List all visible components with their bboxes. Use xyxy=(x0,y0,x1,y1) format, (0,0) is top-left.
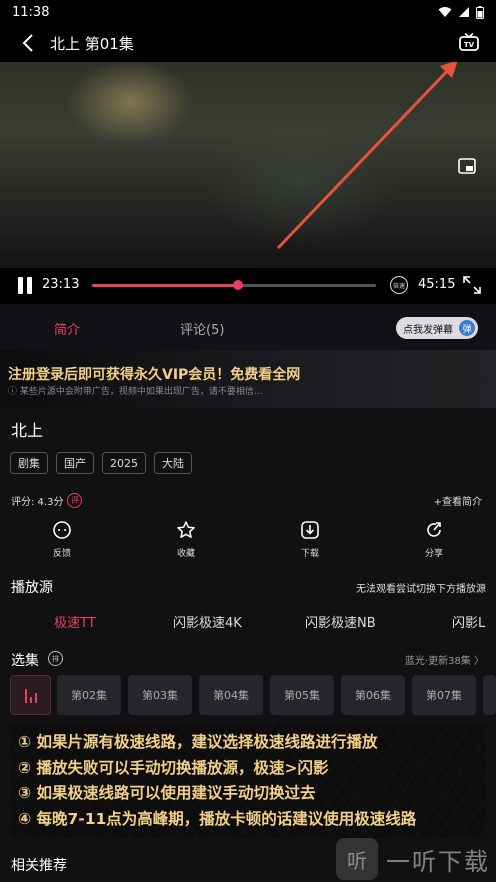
episode-playing[interactable] xyxy=(10,675,51,715)
share-button[interactable]: 分享 xyxy=(404,520,464,559)
update-info[interactable]: 蓝光·更新38集 〉 xyxy=(405,652,484,667)
current-time: 23:13 xyxy=(42,277,80,292)
source-item[interactable]: 极速TT xyxy=(54,612,96,631)
favorite-label: 收藏 xyxy=(176,549,195,559)
fullscreen-icon[interactable] xyxy=(463,276,481,294)
tag-list: 剧集 国产 2025 大陆 xyxy=(10,452,192,474)
promo-banner[interactable]: 注册登录后即可获得永久VIP会员！免费看全网 ⓘ 某些片源中会附带广告，视频中如… xyxy=(0,350,496,408)
download-button[interactable]: 下载 xyxy=(280,520,340,559)
notice-panel: ① 如果片源有极速线路，建议选择极速线路进行播放 ② 播放失败可以手动切换播放源… xyxy=(10,724,486,838)
seek-progress xyxy=(92,284,238,287)
pause-button[interactable] xyxy=(18,277,36,295)
picture-in-picture-icon[interactable] xyxy=(458,158,476,174)
danmu-label: 点我发弹幕 xyxy=(403,324,453,336)
episode-item[interactable]: 第07集 xyxy=(412,675,476,715)
annotation-arrow xyxy=(276,62,458,250)
episode-heading: 选集 xyxy=(11,653,39,669)
watermark-text: 一听下载 xyxy=(386,847,490,876)
rate-icon[interactable]: 评 xyxy=(67,493,83,508)
seek-bar[interactable] xyxy=(92,280,376,290)
signal-icon xyxy=(459,7,469,17)
video-title: 北上 第01集 xyxy=(50,34,134,53)
episode-item[interactable]: 第05集 xyxy=(270,675,334,715)
notice-line: ④ 每晚7-11点为高峰期，播放卡顿的话建议使用极速线路 xyxy=(18,809,417,828)
star-icon xyxy=(177,521,195,538)
download-icon xyxy=(301,521,319,539)
episode-item[interactable]: 第04集 xyxy=(199,675,263,715)
player-controls: 23:13 倍速 45:15 xyxy=(0,268,496,304)
feedback-label: 反馈 xyxy=(52,549,71,559)
rating-text: 评分: 4.3分 xyxy=(11,497,64,508)
promo-title: 注册登录后即可获得永久VIP会员！免费看全网 xyxy=(8,367,301,383)
episode-item[interactable]: 第06集 xyxy=(341,675,405,715)
svg-text:TV: TV xyxy=(464,41,475,49)
show-title: 北上 xyxy=(11,421,44,440)
share-icon xyxy=(427,522,441,537)
total-time: 45:15 xyxy=(418,277,456,292)
video-player[interactable] xyxy=(0,62,496,268)
related-heading: 相关推荐 xyxy=(11,858,67,874)
battery-icon xyxy=(476,5,484,19)
view-intro-link[interactable]: +查看简介 xyxy=(434,493,482,508)
episode-sort-icon[interactable]: 排 xyxy=(48,651,63,666)
danmu-input-button[interactable]: 点我发弹幕 弹 xyxy=(396,317,478,339)
title-bar: 北上 第01集 TV xyxy=(0,24,496,62)
tag[interactable]: 2025 xyxy=(102,452,146,474)
tag[interactable]: 剧集 xyxy=(10,452,48,474)
speed-label: 倍速 xyxy=(392,282,405,290)
status-time: 11:38 xyxy=(12,4,50,20)
source-item[interactable]: 闪影极速4K xyxy=(173,612,242,631)
seek-handle[interactable] xyxy=(232,280,243,290)
promo-note: ⓘ 某些片源中会附带广告，视频中如果出现广告，请不要相信... xyxy=(8,387,263,397)
source-hint: 无法观看尝试切换下方播放源 xyxy=(356,584,486,595)
rating: 评分: 4.3分 评 xyxy=(11,493,83,508)
action-row: 反馈 收藏 下载 分享 xyxy=(0,520,496,568)
source-item[interactable]: 闪影L xyxy=(452,612,485,631)
favorite-button[interactable]: 收藏 xyxy=(156,520,216,559)
tv-cast-icon[interactable]: TV xyxy=(458,32,480,54)
source-list: 极速TT 闪影极速4K 闪影极速NB 闪影L xyxy=(0,604,496,636)
wifi-icon xyxy=(438,7,452,17)
source-item[interactable]: 闪影极速NB xyxy=(305,612,376,631)
episode-item[interactable]: 第03集 xyxy=(128,675,192,715)
tab-comments[interactable]: 评论(5) xyxy=(180,319,224,338)
tag[interactable]: 国产 xyxy=(56,452,94,474)
playing-bars-icon xyxy=(24,687,37,703)
status-icons xyxy=(438,5,484,19)
back-button[interactable] xyxy=(8,24,48,62)
feedback-button[interactable]: 反馈 xyxy=(32,520,92,559)
episode-item-partial[interactable] xyxy=(483,675,496,715)
episode-item[interactable]: 第02集 xyxy=(57,675,121,715)
chevron-left-icon xyxy=(22,34,33,52)
source-heading: 播放源 xyxy=(11,580,53,596)
tab-intro[interactable]: 简介 xyxy=(54,319,80,338)
notice-line: ② 播放失败可以手动切换播放源，极速>闪影 xyxy=(18,758,329,777)
tab-bar: 简介 评论(5) 点我发弹幕 弹 xyxy=(0,306,496,348)
watermark: 听 一听下载 xyxy=(336,836,496,882)
episode-list: 第02集 第03集 第04集 第05集 第06集 第07集 xyxy=(10,675,496,717)
notice-line: ① 如果片源有极速线路，建议选择极速线路进行播放 xyxy=(18,733,378,751)
speed-button[interactable]: 倍速 xyxy=(390,276,408,294)
download-label: 下载 xyxy=(300,549,319,559)
watermark-logo: 听 xyxy=(336,838,378,880)
danmu-toggle[interactable]: 弹 xyxy=(459,320,475,336)
tag[interactable]: 大陆 xyxy=(154,452,192,474)
feedback-icon xyxy=(53,521,71,539)
status-bar: 11:38 xyxy=(0,0,496,24)
notice-line: ③ 如果极速线路可以使用建议手动切换过去 xyxy=(18,784,316,802)
share-label: 分享 xyxy=(424,549,443,559)
